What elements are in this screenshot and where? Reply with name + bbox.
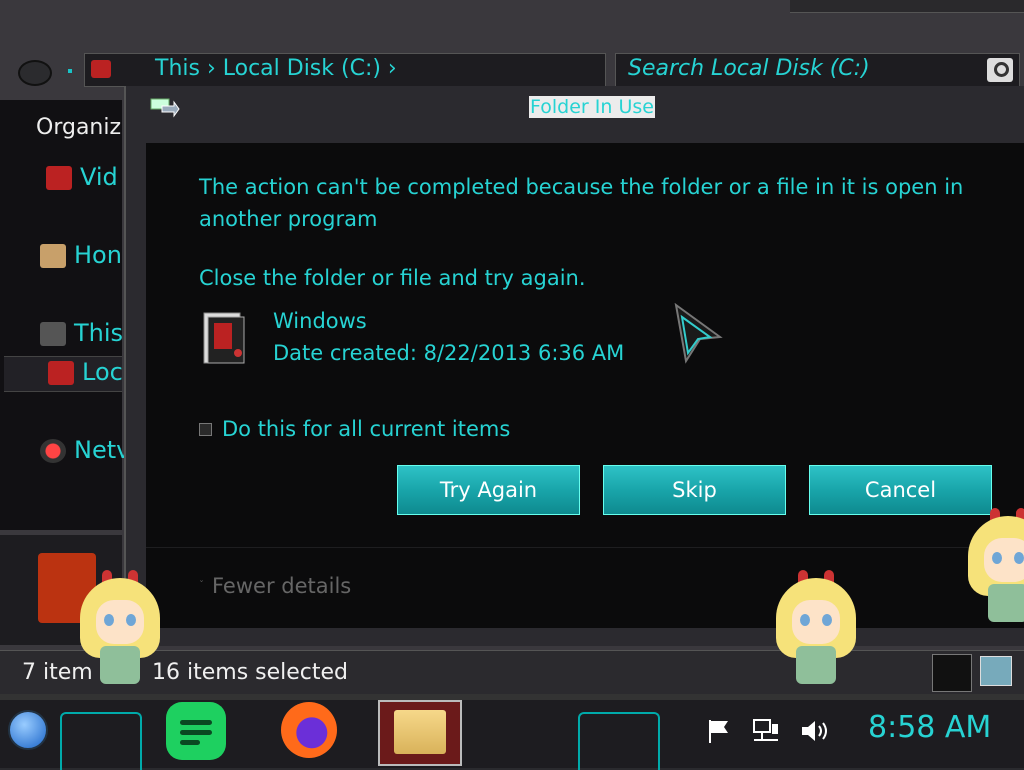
search-icon[interactable] bbox=[987, 58, 1013, 82]
search-box[interactable]: Search Local Disk (C:) bbox=[615, 53, 1020, 87]
local-disk-icon bbox=[48, 361, 74, 385]
network-icon[interactable] bbox=[752, 718, 780, 744]
try-again-button[interactable]: Try Again bbox=[397, 465, 580, 515]
homegroup-icon bbox=[40, 244, 66, 268]
window-title-strip bbox=[790, 0, 1024, 13]
start-button[interactable] bbox=[8, 710, 48, 750]
nav-item-local-disk[interactable]: Loc bbox=[48, 358, 123, 386]
nav-item-videos[interactable]: Vid bbox=[46, 163, 118, 191]
error-hint: Close the folder or file and try again. bbox=[199, 266, 586, 290]
taskbar-frame bbox=[0, 694, 1024, 700]
character-sticker bbox=[72, 568, 168, 688]
nav-item-label: Vid bbox=[80, 163, 118, 191]
network-icon bbox=[40, 439, 66, 463]
notes-app-icon[interactable] bbox=[166, 702, 226, 760]
firefox-icon[interactable] bbox=[281, 702, 337, 758]
file-name: Windows bbox=[273, 309, 367, 333]
details-view-icon[interactable] bbox=[932, 654, 972, 692]
fewer-details-toggle[interactable]: Fewer details bbox=[212, 574, 351, 598]
mouse-cursor-icon bbox=[674, 303, 723, 364]
taskbar-decoration bbox=[60, 712, 142, 770]
taskbar-clock[interactable]: 8:58 AM bbox=[868, 710, 991, 745]
status-selected-count: 16 items selected bbox=[152, 660, 349, 685]
this-pc-icon bbox=[40, 322, 66, 346]
address-text: This › Local Disk (C:) › bbox=[155, 56, 397, 81]
videos-folder-icon bbox=[46, 166, 72, 190]
dialog-divider bbox=[146, 547, 1024, 548]
local-disk-icon bbox=[91, 60, 111, 78]
dialog-title: Folder In Use bbox=[529, 96, 655, 118]
move-file-icon bbox=[150, 98, 180, 118]
large-icons-view-icon[interactable] bbox=[980, 656, 1012, 686]
search-placeholder: Search Local Disk (C:) bbox=[628, 56, 870, 81]
address-bar[interactable]: This › Local Disk (C:) › bbox=[84, 53, 606, 87]
character-sticker bbox=[960, 506, 1024, 626]
nav-item-this-pc[interactable]: This bbox=[40, 319, 123, 347]
skip-button[interactable]: Skip bbox=[603, 465, 786, 515]
flag-icon[interactable] bbox=[706, 718, 732, 744]
apply-to-all-label[interactable]: Do this for all current items bbox=[222, 417, 510, 441]
taskbar-decoration bbox=[578, 712, 660, 770]
nav-item-label: This bbox=[74, 319, 124, 347]
back-nav-icon[interactable] bbox=[18, 60, 52, 86]
file-explorer-icon[interactable] bbox=[378, 700, 462, 766]
nav-item-label: Loc bbox=[82, 358, 123, 386]
nav-item-network[interactable]: Netv bbox=[40, 436, 130, 464]
accent-dot bbox=[68, 69, 72, 73]
apply-to-all-checkbox[interactable] bbox=[199, 423, 212, 436]
character-sticker bbox=[768, 568, 864, 688]
organize-menu[interactable]: Organiz bbox=[36, 115, 121, 140]
folder-icon bbox=[203, 312, 245, 364]
nav-item-homegroup[interactable]: Hon bbox=[40, 241, 122, 269]
nav-item-label: Hon bbox=[74, 241, 122, 269]
chevron-up-icon[interactable]: ˇ bbox=[199, 580, 204, 591]
nav-item-label: Netv bbox=[74, 436, 131, 464]
volume-icon[interactable] bbox=[800, 718, 830, 744]
error-message: The action can't be completed because th… bbox=[199, 175, 964, 231]
file-date-created: Date created: 8/22/2013 6:36 AM bbox=[273, 341, 625, 365]
